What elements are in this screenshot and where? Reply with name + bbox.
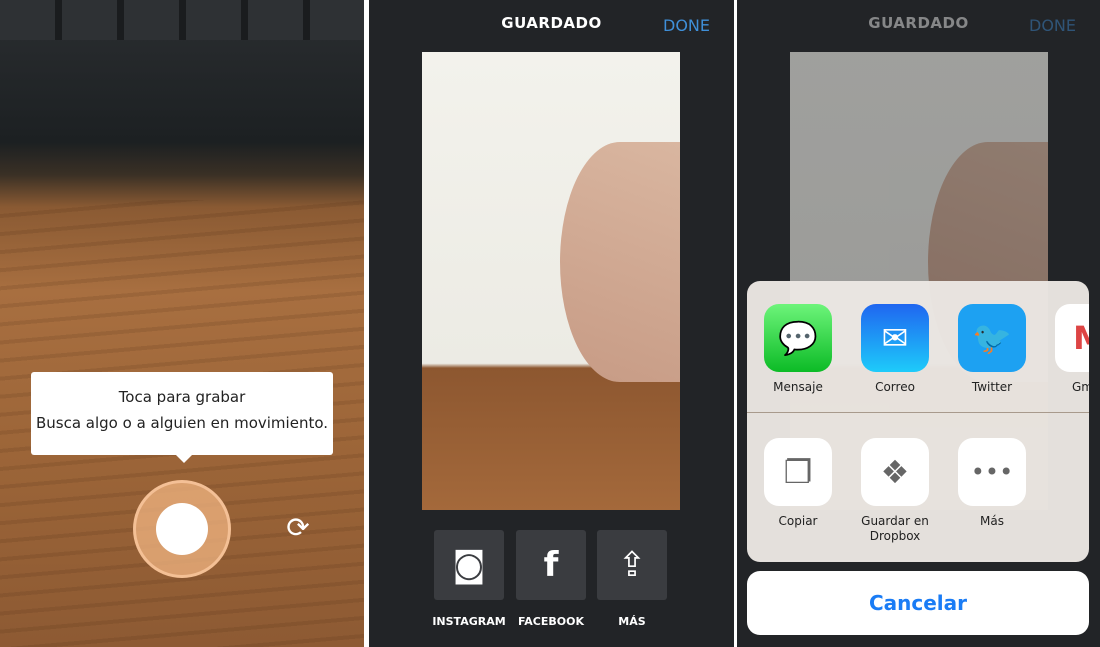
- action-label: Guardar en Dropbox: [861, 514, 929, 543]
- action-label: Copiar: [778, 514, 818, 528]
- copy-icon: ❐: [764, 438, 832, 506]
- share-sheet-screen: GUARDADO DONE 💬 Mensaje ✉ Correo 🐦 Twitt…: [737, 0, 1100, 647]
- instagram-icon: ◙: [452, 545, 486, 585]
- more-icon: •••: [958, 438, 1026, 506]
- done-button[interactable]: DONE: [663, 16, 710, 35]
- action-label: Más: [980, 514, 1004, 528]
- share-sheet: 💬 Mensaje ✉ Correo 🐦 Twitter M Gm ❐ Copi…: [747, 281, 1089, 562]
- share-app-twitter[interactable]: 🐦 Twitter: [958, 304, 1026, 395]
- record-icon: [156, 503, 208, 555]
- action-copy[interactable]: ❐ Copiar: [764, 438, 832, 529]
- record-button[interactable]: [133, 480, 231, 578]
- done-button[interactable]: DONE: [1029, 16, 1076, 35]
- app-label: Mensaje: [773, 380, 823, 394]
- share-app-gmail[interactable]: M Gm: [1055, 304, 1089, 395]
- instagram-button[interactable]: ◙: [434, 530, 504, 600]
- facebook-label: FACEBOOK: [518, 615, 584, 628]
- saved-screen: GUARDADO DONE ◙ f ⇪ INSTAGRAM FACEBOOK M…: [369, 0, 734, 647]
- mail-icon: ✉: [861, 304, 929, 372]
- hand-image: [560, 142, 680, 382]
- share-app-mail[interactable]: ✉ Correo: [861, 304, 929, 395]
- more-label: MÁS: [618, 615, 646, 628]
- dropbox-icon: ❖: [861, 438, 929, 506]
- keyboard-photo: [0, 0, 364, 40]
- record-tooltip: Toca para grabar Busca algo o a alguien …: [31, 372, 333, 463]
- share-app-messages[interactable]: 💬 Mensaje: [764, 304, 832, 395]
- tooltip-text: Busca algo o a alguien en movimiento.: [35, 414, 329, 432]
- facebook-icon: f: [543, 545, 559, 585]
- facebook-button[interactable]: f: [516, 530, 586, 600]
- app-label: Gm: [1072, 380, 1089, 394]
- action-dropbox[interactable]: ❖ Guardar en Dropbox: [861, 438, 929, 544]
- more-share-button[interactable]: ⇪: [597, 530, 667, 600]
- messages-icon: 💬: [764, 304, 832, 372]
- instagram-label: INSTAGRAM: [432, 615, 506, 628]
- camera-screen: Toca para grabar Busca algo o a alguien …: [0, 0, 364, 647]
- divider: [747, 412, 1089, 413]
- gmail-icon: M: [1055, 304, 1089, 372]
- share-icon: ⇪: [617, 545, 647, 585]
- action-more[interactable]: ••• Más: [958, 438, 1026, 529]
- app-label: Twitter: [971, 380, 1013, 394]
- app-label: Correo: [875, 380, 915, 394]
- video-preview[interactable]: [422, 52, 680, 510]
- twitter-icon: 🐦: [958, 304, 1026, 372]
- cancel-button[interactable]: Cancelar: [747, 571, 1089, 635]
- tooltip-title: Toca para grabar: [118, 388, 246, 406]
- flip-camera-icon[interactable]: ⟳: [282, 512, 314, 544]
